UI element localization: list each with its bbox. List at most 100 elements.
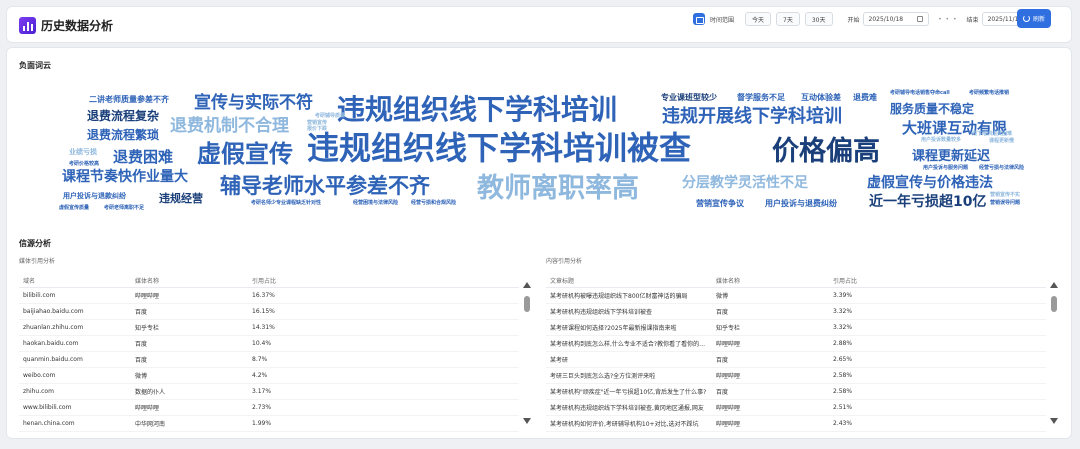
quick-range-today[interactable]: 今天 — [745, 12, 772, 26]
start-date-value: 2025/10/18 — [868, 15, 904, 23]
start-calendar-icon[interactable] — [917, 16, 924, 22]
word-6[interactable]: 违规开展线下学科培训 — [662, 108, 842, 126]
word-7[interactable]: 宣传与实际不符 — [194, 95, 313, 112]
content-table-scrollbar[interactable] — [1050, 282, 1058, 424]
scroll-thumb[interactable] — [1051, 296, 1057, 312]
cell-share: 16.15% — [252, 308, 275, 315]
cell-article-title: 某考研机构到底怎么样,什么专业不适合?教你看了看你的满意度 — [550, 341, 708, 348]
cell-media: 知乎专栏 — [135, 325, 160, 332]
table-row[interactable]: 某考研机构如何评价,考研辅导机构10+对比,选对不踩坑 哔哩哔哩 2.43% — [546, 416, 1046, 432]
word-25[interactable]: 用户投诉与退费纠纷 — [765, 200, 837, 208]
word-3[interactable]: 价格偏高 — [772, 138, 880, 165]
table-row[interactable]: www.bilibili.com 哔哩哔哩 2.73% — [19, 400, 519, 416]
negative-wordcloud: 违规组织线下学科培训被查 违规组织线下学科培训 教师离职率高 价格偏高 虚假宣传… — [7, 48, 1073, 248]
table-row[interactable]: 某考研机构违规组织线下学科培训被查,黄冈地区通报,网友 哔哩哔哩 2.51% — [546, 400, 1046, 416]
table-row[interactable]: 考研三巨头到底怎么选?全方位测评来啦 哔哩哔哩 2.58% — [546, 368, 1046, 384]
refresh-button[interactable]: 刷新 — [1017, 9, 1051, 28]
word-33[interactable]: 经营困境与法律风险 — [353, 201, 398, 206]
word-35[interactable]: 考研辅导质量 — [315, 114, 345, 119]
table-row[interactable]: 某考研机构到底怎么样,什么专业不适合?教你看了看你的满意度 哔哩哔哩 2.88% — [546, 336, 1046, 352]
word-18[interactable]: 退费流程繁琐 — [87, 129, 159, 141]
scroll-thumb[interactable] — [524, 296, 530, 312]
table-row[interactable]: henan.china.com 中华网河南 1.99% — [19, 416, 519, 432]
word-16[interactable]: 服务质量不稳定 — [890, 103, 974, 115]
word-2[interactable]: 教师离职率高 — [477, 175, 639, 202]
word-43[interactable]: 用户投诉与服务问题 — [923, 166, 968, 171]
table-row[interactable]: 某考研机构违规组织线下学科培训被查 百度 3.32% — [546, 304, 1046, 320]
table-row[interactable]: zhihu.com 数据的仆人 3.17% — [19, 384, 519, 400]
content-col-title[interactable]: 文章标题 — [546, 276, 716, 285]
word-40[interactable]: 用户投诉数量较多 — [921, 138, 961, 143]
word-14[interactable]: 近一年亏损超10亿 — [869, 195, 986, 209]
media-col-domain[interactable]: 域名 — [19, 276, 135, 285]
table-row[interactable]: bilibili.com 哔哩哔哩 16.37% — [19, 288, 519, 304]
table-row[interactable]: 某考研机构被曝违规组织线下800亿财富神话的骗局 微博 3.39% — [546, 288, 1046, 304]
cell-article-title: 某考研机构被曝违规组织线下800亿财富神话的骗局 — [550, 293, 688, 300]
word-32[interactable]: 考研名师少专业课程缺乏针对性 — [251, 201, 321, 206]
word-45[interactable]: 营销宣传不实 — [990, 193, 1020, 198]
word-44[interactable]: 经营亏损与法律风险 — [979, 166, 1024, 171]
word-31[interactable]: 考研老师离职不足 — [104, 206, 144, 211]
word-5[interactable]: 辅导老师水平参差不齐 — [220, 176, 430, 197]
table-row[interactable]: 某考研课程如何选择?2025年最新报课指南来啦 知乎专栏 3.32% — [546, 320, 1046, 336]
quick-range-7d[interactable]: 7天 — [776, 12, 800, 26]
table-row[interactable]: 某考研机构"顽疾症"近一年亏损超10亿,背后发生了什么事? 百度 2.58% — [546, 384, 1046, 400]
cell-media: 百度 — [716, 357, 729, 364]
content-analysis-subtitle: 内容引用分析 — [546, 258, 583, 265]
word-20[interactable]: 二讲老师质量参差不齐 — [89, 96, 169, 104]
word-0[interactable]: 违规组织线下学科培训被查 — [307, 132, 691, 164]
word-15[interactable]: 课程更新延迟 — [912, 150, 990, 163]
media-table-scrollbar[interactable] — [523, 282, 531, 424]
cell-domain: quanmin.baidu.com — [23, 356, 83, 363]
word-37[interactable]: 报价下跌 — [307, 127, 327, 132]
word-22[interactable]: 督学服务不足 — [737, 94, 785, 102]
word-21[interactable]: 专业课班型较少 — [661, 94, 717, 102]
word-9[interactable]: 课程节奏快作业量大 — [62, 170, 188, 184]
word-4[interactable]: 虚假宣传 — [197, 142, 293, 166]
word-8[interactable]: 退费机制不合理 — [170, 118, 289, 135]
word-10[interactable]: 退费困难 — [113, 150, 173, 165]
media-col-share[interactable]: 引用占比 — [252, 276, 352, 285]
scroll-down-arrow-icon[interactable] — [1050, 418, 1058, 424]
start-date-input[interactable]: 2025/10/18 — [862, 12, 930, 26]
word-12[interactable]: 虚假宣传与价格违法 — [867, 176, 993, 190]
table-row[interactable]: haokan.baidu.com 百度 10.4% — [19, 336, 519, 352]
cell-share: 14.31% — [252, 324, 275, 331]
word-41[interactable]: 线下培训退费困难 — [972, 132, 1012, 137]
word-46[interactable]: 营销误导问题 — [990, 201, 1020, 206]
word-38[interactable]: 考研辅导电话销售夺命call — [890, 91, 950, 96]
media-col-name[interactable]: 媒体名称 — [135, 276, 252, 285]
cell-share: 8.7% — [252, 356, 268, 363]
cell-share: 3.39% — [833, 292, 853, 299]
cell-share: 4.2% — [252, 372, 268, 379]
word-23[interactable]: 互动体验差 — [801, 94, 841, 102]
word-39[interactable]: 考研频繁电话推销 — [969, 91, 1009, 96]
scroll-up-arrow-icon[interactable] — [1050, 282, 1058, 288]
word-17[interactable]: 退费流程复杂 — [87, 110, 159, 122]
content-col-name[interactable]: 媒体名称 — [716, 276, 833, 285]
content-col-share[interactable]: 引用占比 — [833, 276, 933, 285]
scroll-down-arrow-icon[interactable] — [523, 418, 531, 424]
quick-range-30d[interactable]: 30天 — [804, 12, 833, 26]
cell-share: 2.88% — [833, 340, 853, 347]
word-28[interactable]: 业绩亏损 — [69, 149, 97, 156]
cell-article-title: 某考研机构如何评价,考研辅导机构10+对比,选对不踩坑 — [550, 421, 699, 428]
word-1[interactable]: 违规组织线下学科培训 — [337, 96, 617, 124]
word-29[interactable]: 考研价格较高 — [69, 162, 99, 167]
table-row[interactable]: baijiahao.baidu.com 百度 16.15% — [19, 304, 519, 320]
media-table-header: 域名 媒体名称 引用占比 — [19, 274, 519, 288]
word-19[interactable]: 违规经营 — [159, 193, 203, 204]
date-range-controls: 时间范围 今天 7天 30天 开始 2025/10/18 • • • 结束 20… — [693, 9, 1052, 29]
scroll-up-arrow-icon[interactable] — [523, 282, 531, 288]
word-42[interactable]: 课程更新慢 — [989, 139, 1014, 144]
word-34[interactable]: 经营亏损和合规风险 — [411, 201, 456, 206]
word-27[interactable]: 用户投诉与退款纠纷 — [63, 193, 126, 200]
word-26[interactable]: 营销宣传争议 — [696, 200, 744, 208]
table-row[interactable]: quanmin.baidu.com 百度 8.7% — [19, 352, 519, 368]
word-13[interactable]: 分层教学灵活性不足 — [682, 176, 808, 190]
table-row[interactable]: 某考研 百度 2.65% — [546, 352, 1046, 368]
word-30[interactable]: 虚假宣传质量 — [59, 206, 89, 211]
word-24[interactable]: 退费难 — [853, 94, 877, 102]
table-row[interactable]: weibo.com 微博 4.2% — [19, 368, 519, 384]
table-row[interactable]: zhuanlan.zhihu.com 知乎专栏 14.31% — [19, 320, 519, 336]
